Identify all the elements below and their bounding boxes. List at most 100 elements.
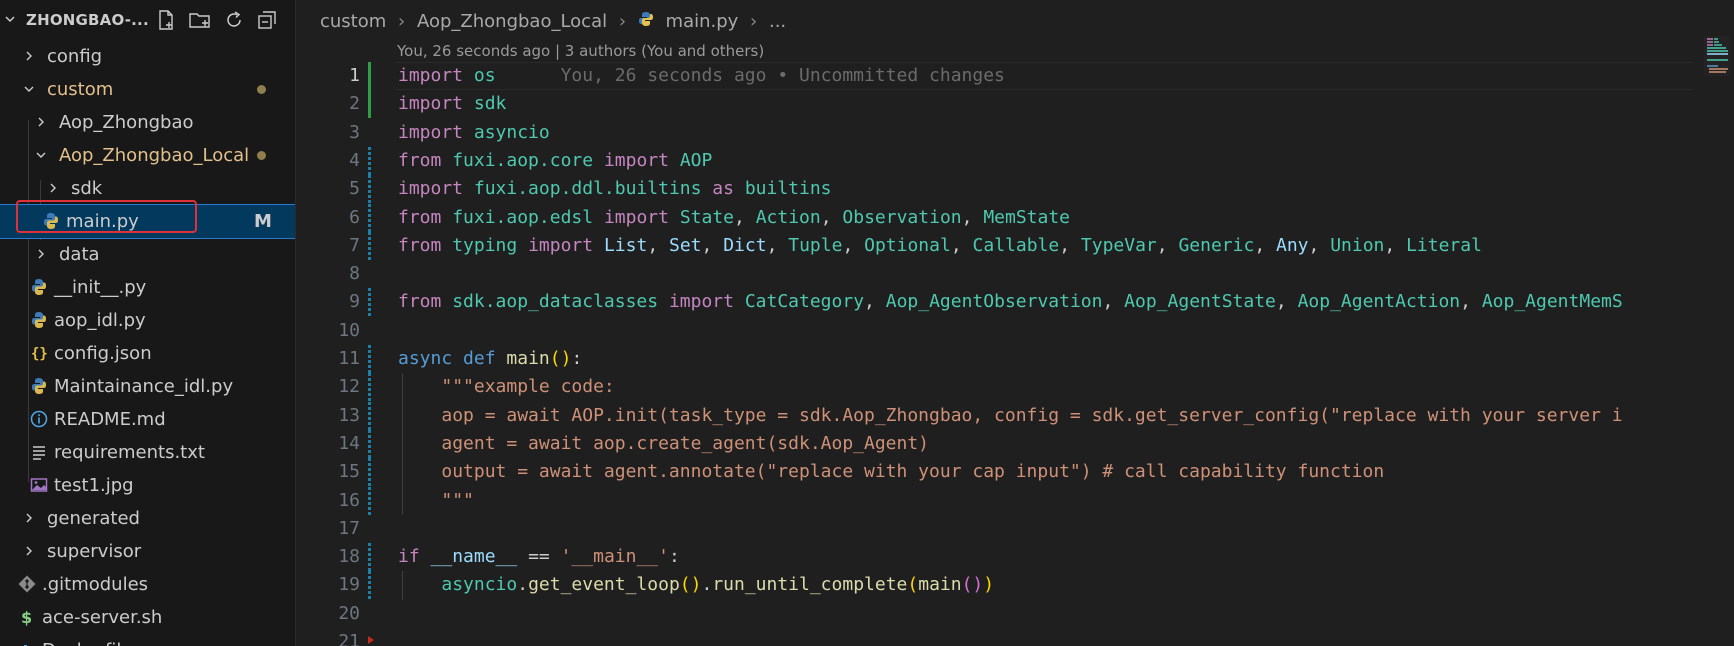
tree-item-maintainance-idl-py[interactable]: Maintainance_idl.py	[0, 370, 295, 403]
breadcrumb-item-custom[interactable]: custom	[320, 11, 386, 32]
line-number: 14	[338, 432, 360, 454]
codelens-blame[interactable]: You, 26 seconds ago | 3 authors (You and…	[397, 42, 764, 60]
code-token: main	[918, 574, 962, 596]
git-added-marker[interactable]	[368, 62, 371, 90]
git-modified-marker[interactable]	[368, 203, 371, 232]
code-line[interactable]: 8	[296, 260, 1696, 288]
vscode-window: ZHONGBAO-... config custom Aop_Zhongbao Aop…	[0, 0, 1734, 646]
code-token: os	[473, 65, 496, 86]
code-token: as	[712, 178, 734, 200]
minimap[interactable]	[1704, 36, 1730, 76]
chevron-down-icon[interactable]	[4, 13, 16, 25]
tree-item-label: sdk	[71, 178, 103, 199]
code-line[interactable]: 14 agent = await aop.create_agent(sdk.Ao…	[296, 429, 1696, 458]
git-modified-marker[interactable]	[368, 345, 371, 373]
refresh-icon[interactable]	[223, 9, 245, 31]
git-modified-marker[interactable]	[368, 458, 371, 487]
code-token: AOP	[679, 149, 713, 171]
git-modified-marker[interactable]	[368, 373, 371, 402]
code-token: State	[679, 206, 734, 228]
git-modified-marker[interactable]	[368, 429, 371, 458]
tree-item-config-json[interactable]: {} config.json	[0, 337, 295, 370]
tree-item-gitmodules[interactable]: .gitmodules	[0, 568, 295, 601]
code-token: ,	[961, 206, 984, 228]
tree-item-dockerfile[interactable]: Dockerfile	[0, 634, 295, 646]
code-line[interactable]: 13 aop = await AOP.init(task_type = sdk.…	[296, 401, 1696, 430]
code-text: """	[398, 490, 474, 511]
tree-item-requirements-txt[interactable]: requirements.txt	[0, 436, 295, 469]
code-line[interactable]: 15 output = await agent.annotate("replac…	[296, 458, 1696, 487]
code-line[interactable]: 7 from typing import List, Set, Dict, Tup…	[296, 231, 1696, 260]
code-line[interactable]: 9 from sdk.aop_dataclasses import CatCate…	[296, 288, 1696, 317]
tree-item-readme-md[interactable]: README.md	[0, 403, 295, 436]
git-modified-marker[interactable]	[368, 401, 371, 430]
breadcrumb-item-folder[interactable]: Aop_Zhongbao_Local	[417, 11, 607, 32]
code-text: import os You, 26 seconds ago • Uncommit…	[398, 65, 1005, 86]
code-line[interactable]: 2 import sdk	[296, 90, 1696, 119]
deleted-lines-marker[interactable]	[368, 636, 374, 644]
breadcrumb-item-file[interactable]: main.py	[666, 11, 739, 32]
code-line[interactable]: 1 import os You, 26 seconds ago • Uncommi…	[296, 62, 1696, 90]
code-line[interactable]: 3 import asyncio	[296, 119, 1696, 147]
code-text: from typing import List, Set, Dict, Tupl…	[398, 235, 1482, 256]
new-folder-icon[interactable]	[188, 9, 210, 31]
tree-item-custom[interactable]: custom	[0, 73, 295, 106]
workspace-title[interactable]: ZHONGBAO-...	[26, 11, 149, 29]
breadcrumb-item-symbols[interactable]: ...	[769, 11, 786, 32]
git-modified-marker[interactable]	[368, 486, 371, 515]
image-file-icon	[30, 478, 48, 492]
line-number: 9	[349, 291, 360, 313]
git-modified-marker[interactable]	[368, 175, 371, 204]
git-modified-marker[interactable]	[368, 146, 371, 175]
code-token: output = await agent.annotate("replace w…	[441, 461, 1385, 483]
code-token: async	[398, 348, 453, 369]
tree-item-config[interactable]: config	[0, 40, 295, 73]
tree-item-test1-jpg[interactable]: test1.jpg	[0, 469, 295, 502]
code-token: Dict	[723, 234, 767, 256]
code-token: ()	[679, 574, 702, 596]
git-modified-marker[interactable]	[368, 288, 371, 317]
code-text: from sdk.aop_dataclasses import CatCateg…	[398, 291, 1623, 312]
code-text: import sdk	[398, 93, 506, 114]
git-modified-marker[interactable]	[368, 543, 371, 572]
git-modified-marker[interactable]	[368, 571, 371, 600]
code-line[interactable]: 19 asyncio.get_event_loop().run_until_co…	[296, 571, 1696, 600]
code-line[interactable]: 10	[296, 317, 1696, 345]
code-token: Union	[1330, 234, 1385, 256]
tree-item-aop-idl-py[interactable]: aop_idl.py	[0, 304, 295, 337]
code-token: def	[463, 348, 496, 369]
tree-item-aop-zhongbao-local[interactable]: Aop_Zhongbao_Local	[0, 139, 295, 172]
code-line[interactable]: 4 from fuxi.aop.core import AOP	[296, 146, 1696, 175]
git-added-marker[interactable]	[368, 90, 371, 119]
tree-item-data[interactable]: data	[0, 238, 295, 271]
code-token: import	[398, 121, 464, 143]
line-number: 16	[338, 489, 360, 511]
new-file-icon[interactable]	[155, 9, 177, 31]
git-modified-marker[interactable]	[368, 231, 371, 260]
collapse-all-icon[interactable]	[256, 9, 278, 31]
tree-item-supervisor[interactable]: supervisor	[0, 535, 295, 568]
code-line[interactable]: 12 """example code:	[296, 373, 1696, 402]
inline-blame: You, 26 seconds ago • Uncommitted change…	[495, 65, 1005, 86]
tree-item-label: .gitmodules	[42, 574, 149, 595]
code-token: main	[506, 348, 550, 369]
code-token: import	[603, 206, 669, 228]
code-line[interactable]: 21	[296, 628, 1696, 646]
code-line[interactable]: 16 """	[296, 486, 1696, 515]
tree-item-init-py[interactable]: __init__.py	[0, 271, 295, 304]
code-token: import	[398, 65, 464, 86]
code-line[interactable]: 11 async def main():	[296, 345, 1696, 373]
code-line[interactable]: 18 if __name__ == '__main__':	[296, 543, 1696, 572]
tree-item-aop-zhongbao[interactable]: Aop_Zhongbao	[0, 106, 295, 139]
tree-item-ace-server-sh[interactable]: $ ace-server.sh	[0, 601, 295, 634]
code-line[interactable]: 5 import fuxi.aop.ddl.builtins as builtin…	[296, 175, 1696, 204]
code-line[interactable]: 17	[296, 515, 1696, 543]
code-token: import	[528, 234, 594, 256]
code-line[interactable]: 20	[296, 600, 1696, 628]
code-line[interactable]: 6 from fuxi.aop.edsl import State, Action…	[296, 203, 1696, 232]
tree-item-generated[interactable]: generated	[0, 502, 295, 535]
